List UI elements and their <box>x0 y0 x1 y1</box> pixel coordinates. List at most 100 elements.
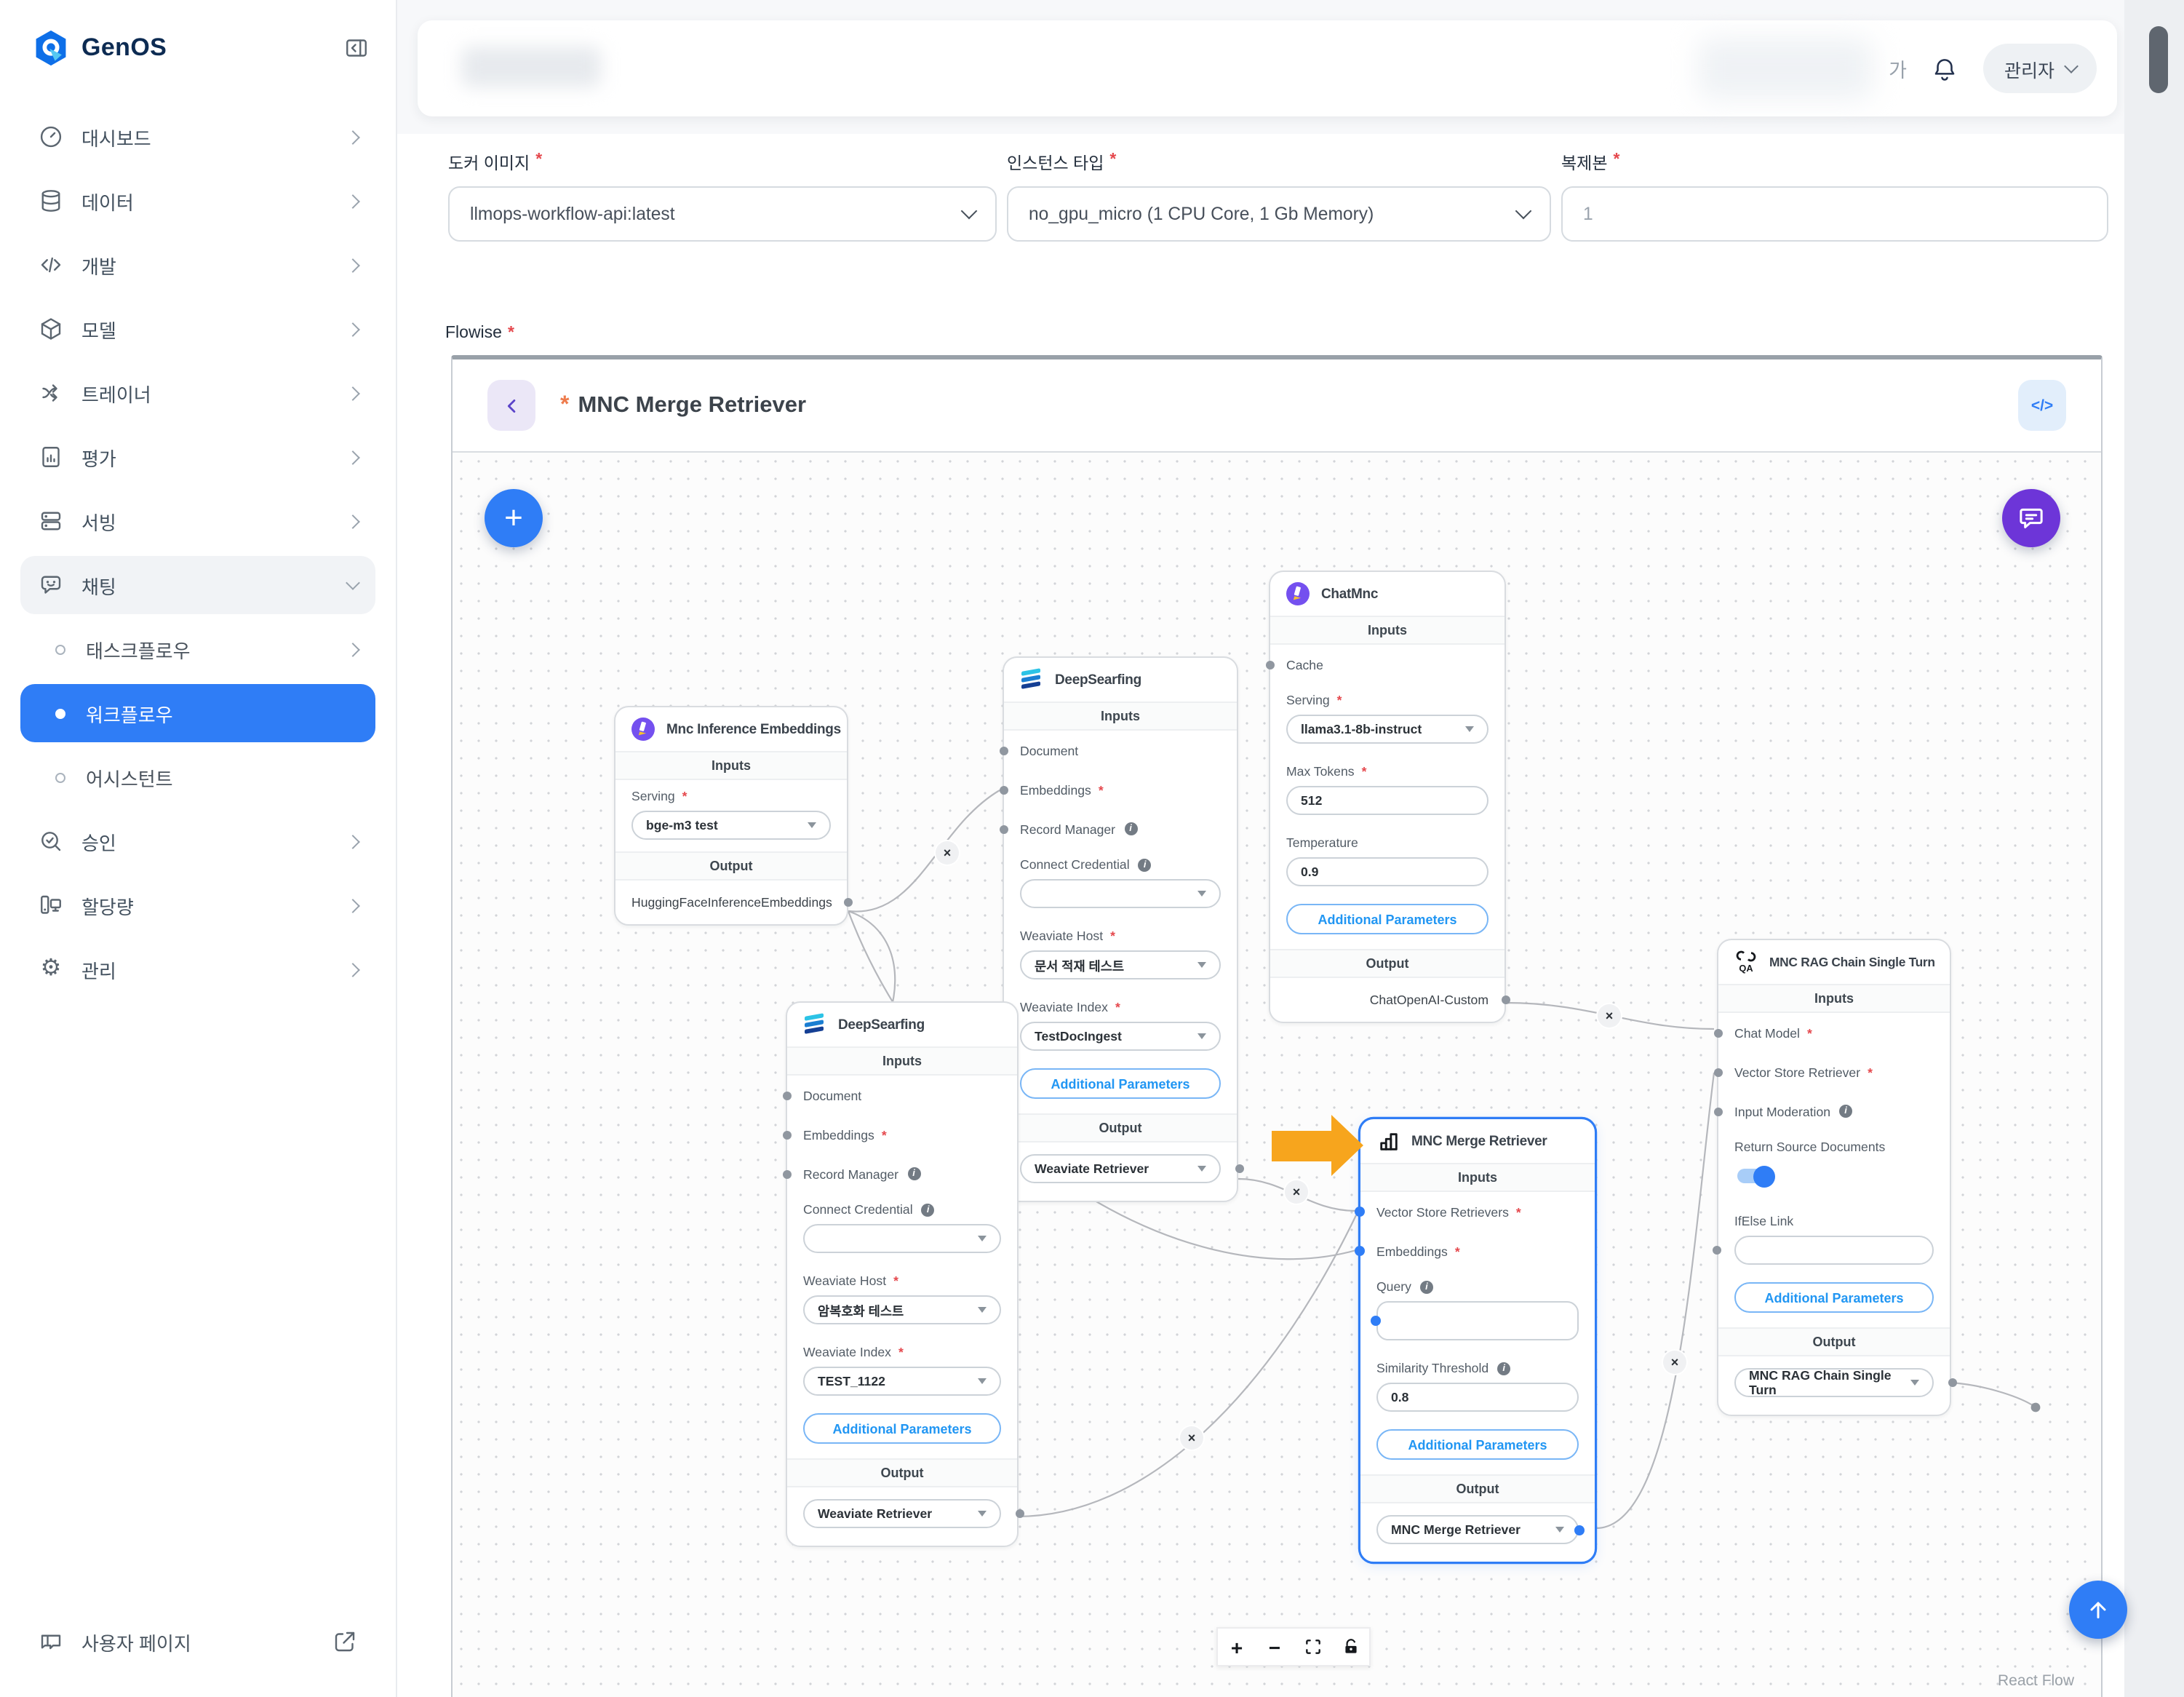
input-handle[interactable] <box>1712 1246 1721 1255</box>
input-handle[interactable] <box>999 746 1008 755</box>
weaviate-retriever-output-select[interactable]: Weaviate Retriever <box>1020 1154 1221 1183</box>
field-label-text: Temperature <box>1286 835 1358 850</box>
code-view-button[interactable]: </> <box>2018 380 2066 431</box>
input-handle[interactable] <box>1355 1246 1365 1256</box>
sidebar-item-develop[interactable]: 개발 <box>20 233 375 297</box>
flow-node-mnc-merge-retriever[interactable]: MNC Merge RetrieverInputsVector Store Re… <box>1359 1118 1596 1563</box>
zoom-in-button[interactable]: + <box>1218 1629 1256 1665</box>
max-tokens-input[interactable]: 512 <box>1286 786 1488 815</box>
scrollbar-thumb[interactable] <box>2149 26 2168 93</box>
flow-node-mnc-inference-embeddings[interactable]: Mnc Inference EmbeddingsInputsServing*bg… <box>614 706 848 926</box>
sidebar-item-approval[interactable]: 승인 <box>20 809 375 873</box>
sidebar-item-chat[interactable]: 채팅 <box>20 556 375 614</box>
ifelse-link-input[interactable] <box>1734 1236 1934 1265</box>
weaviate-host-select[interactable]: 암복호화 테스트 <box>803 1295 1001 1324</box>
edge-delete-button[interactable]: × <box>936 841 959 865</box>
additional-parameters-button[interactable]: Additional Parameters <box>1020 1068 1221 1099</box>
sidebar-item-quota[interactable]: 할당량 <box>20 873 375 937</box>
shuffle-icon <box>38 380 64 406</box>
serving-group: Serving*llama3.1-8b-instruct <box>1270 684 1505 755</box>
additional-parameters-button[interactable]: Additional Parameters <box>1376 1429 1579 1460</box>
collapse-sidebar-icon[interactable] <box>343 35 370 61</box>
scrollbar-track[interactable] <box>2124 0 2184 1697</box>
edge[interactable] <box>1596 1073 1714 1528</box>
sidebar-item-dashboard[interactable]: 대시보드 <box>20 105 375 169</box>
input-handle[interactable] <box>782 1169 791 1178</box>
edge-delete-button[interactable]: × <box>1598 1004 1621 1028</box>
sidebar-subitem-assistant[interactable]: 어시스턴트 <box>20 745 375 809</box>
fit-view-button[interactable] <box>1294 1629 1331 1665</box>
weaviate-index-select[interactable]: TestDocIngest <box>1020 1022 1221 1051</box>
sidebar-item-user-page[interactable]: 사용자 페이지 <box>20 1613 375 1671</box>
sidebar-subitem-workflow[interactable]: 워크플로우 <box>20 684 375 742</box>
port-label: Record Manager <box>1020 822 1115 836</box>
additional-parameters-button[interactable]: Additional Parameters <box>1734 1282 1934 1313</box>
sidebar-item-trainer[interactable]: 트레이너 <box>20 361 375 425</box>
input-handle[interactable] <box>1265 660 1274 669</box>
instance-type-select[interactable]: no_gpu_micro (1 CPU Core, 1 Gb Memory) <box>1007 186 1551 242</box>
zoom-out-button[interactable]: − <box>1256 1629 1294 1665</box>
sidebar-item-model[interactable]: 모델 <box>20 297 375 361</box>
back-button[interactable] <box>487 380 535 431</box>
docker-image-select[interactable]: llmops-workflow-api:latest <box>448 186 997 242</box>
input-handle[interactable] <box>1371 1316 1381 1326</box>
sidebar-item-admin[interactable]: ⚙관리 <box>20 937 375 1001</box>
edge[interactable] <box>848 790 1000 912</box>
replicas-field: 복제본*1 <box>1561 151 2108 242</box>
lock-button[interactable] <box>1331 1629 1369 1665</box>
input-handle[interactable] <box>999 785 1008 794</box>
additional-parameters-button[interactable]: Additional Parameters <box>803 1413 1001 1444</box>
sidebar-item-serving[interactable]: 서빙 <box>20 489 375 553</box>
output-handle[interactable] <box>1015 1509 1024 1518</box>
output-handle[interactable] <box>1235 1164 1243 1173</box>
weaviate-retriever-output-select[interactable]: Weaviate Retriever <box>803 1499 1001 1528</box>
edge-delete-button[interactable]: × <box>1285 1180 1308 1204</box>
similarity-threshold-input[interactable]: 0.8 <box>1376 1383 1579 1412</box>
input-handle[interactable] <box>782 1091 791 1100</box>
scroll-to-top-button[interactable] <box>2069 1581 2127 1639</box>
flow-canvas[interactable]: × × × × × Mnc Inference EmbeddingsInputs… <box>453 453 2101 1697</box>
flow-node-mnc-rag-chain-single-turn[interactable]: QAMNC RAG Chain Single TurnInputsChat Mo… <box>1717 939 1951 1416</box>
connect-credential-select[interactable] <box>1020 879 1221 908</box>
query-textarea[interactable] <box>1376 1301 1579 1340</box>
edge-delete-button[interactable]: × <box>1663 1351 1686 1374</box>
sidebar-item-evaluation[interactable]: 평가 <box>20 425 375 489</box>
replicas-input[interactable]: 1 <box>1561 186 2108 242</box>
output-handle[interactable] <box>843 898 852 907</box>
sidebar-subitem-taskflow[interactable]: 태스크플로우 <box>20 617 375 681</box>
connect-credential-select[interactable] <box>803 1224 1001 1253</box>
chat-test-button[interactable] <box>2002 489 2060 547</box>
input-handle[interactable] <box>1355 1207 1365 1217</box>
sidebar-item-data[interactable]: 데이터 <box>20 169 375 233</box>
output-value: Weaviate Retriever <box>1035 1161 1149 1176</box>
notifications-bell-icon[interactable] <box>1932 55 1959 82</box>
mnc-rag-chain-single-turn-output-select[interactable]: MNC RAG Chain Single Turn <box>1734 1368 1934 1397</box>
flow-node-chatmnc[interactable]: ChatMncInputsCacheServing*llama3.1-8b-in… <box>1269 571 1506 1023</box>
input-handle[interactable] <box>1713 1028 1722 1037</box>
temperature-input[interactable]: 0.9 <box>1286 857 1488 886</box>
serving-select[interactable]: llama3.1-8b-instruct <box>1286 715 1488 744</box>
output-handle[interactable] <box>1948 1378 1956 1387</box>
edge[interactable] <box>1017 1215 1356 1517</box>
font-size-button[interactable]: 가 <box>1889 54 1907 83</box>
additional-parameters-button[interactable]: Additional Parameters <box>1286 904 1488 934</box>
serving-select[interactable]: bge-m3 test <box>631 811 831 840</box>
return-source-documents-toggle[interactable] <box>1737 1169 1774 1183</box>
output-handle[interactable] <box>1574 1525 1585 1535</box>
input-handle[interactable] <box>999 824 1008 833</box>
input-handle[interactable] <box>1713 1107 1722 1116</box>
mnc-merge-retriever-output-select[interactable]: MNC Merge Retriever <box>1376 1515 1579 1544</box>
user-menu-button[interactable]: 관리자 <box>1984 44 2097 93</box>
flow-node-deepsearfing-bottom[interactable]: DeepSearfingInputsDocumentEmbeddings*Rec… <box>786 1001 1019 1547</box>
flow-node-deepsearfing-top[interactable]: DeepSearfingInputsDocumentEmbeddings*Rec… <box>1003 656 1238 1202</box>
edge-delete-button[interactable]: × <box>1180 1426 1203 1450</box>
weaviate-index-select[interactable]: TEST_1122 <box>803 1367 1001 1396</box>
edge-endpoint-handle[interactable] <box>2031 1403 2041 1412</box>
weaviate-host-select[interactable]: 문서 적재 테스트 <box>1020 950 1221 979</box>
input-handle[interactable] <box>782 1130 791 1139</box>
edge[interactable] <box>1951 1383 2036 1407</box>
input-handle[interactable] <box>1713 1068 1722 1076</box>
page: GenOS 대시보드데이터개발모델트레이너평가서빙채팅태스크플로우워크플로우어시… <box>0 0 2184 1697</box>
add-node-button[interactable]: + <box>485 489 543 547</box>
output-handle[interactable] <box>1501 995 1510 1004</box>
